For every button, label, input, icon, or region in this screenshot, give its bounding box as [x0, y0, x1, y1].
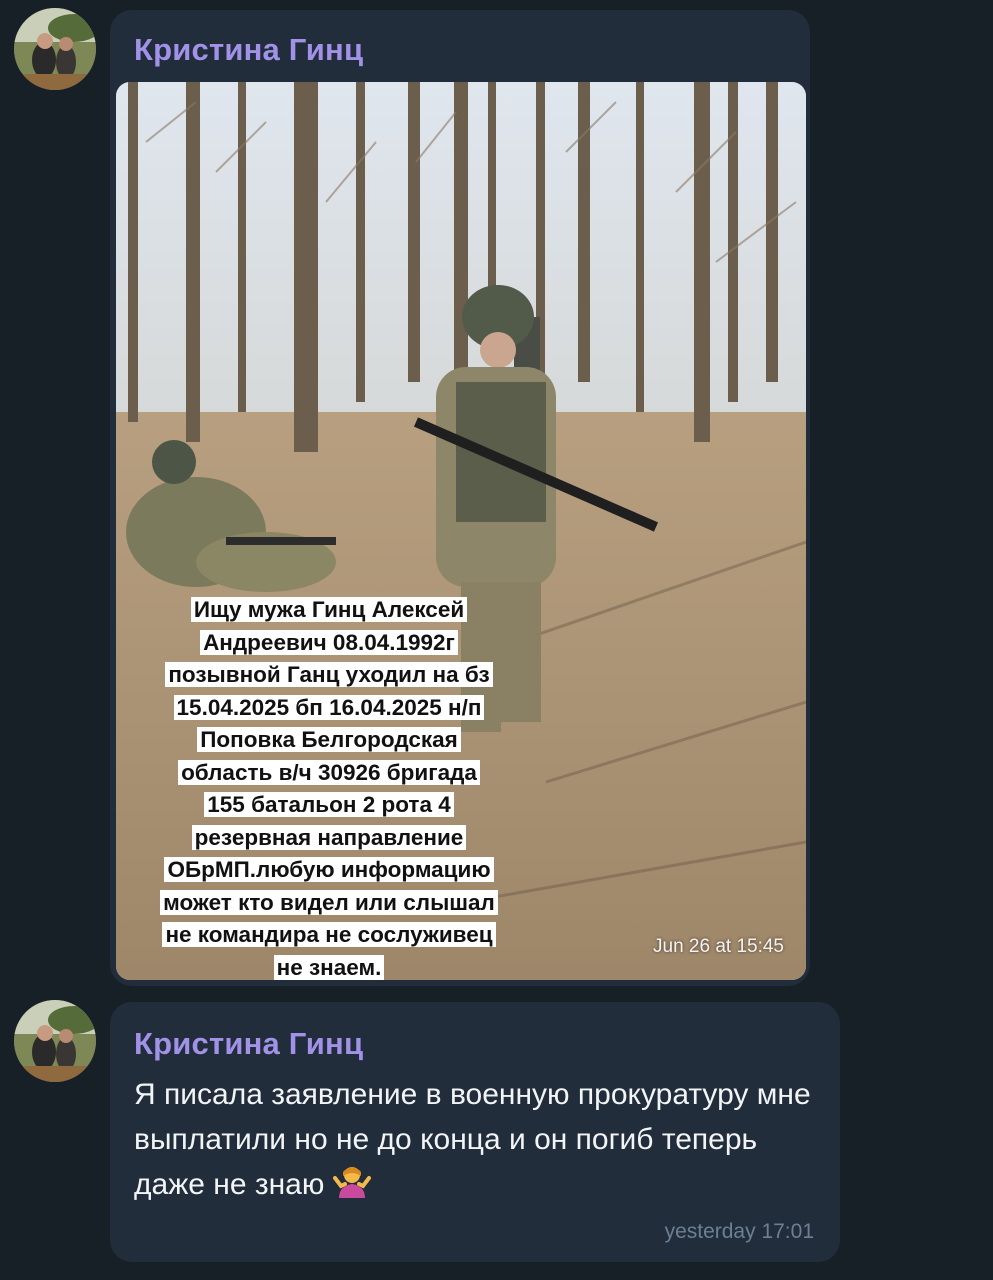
- caption-line: позывной Ганц уходил на бз: [165, 662, 493, 687]
- message-photo[interactable]: Ищу мужа Гинц Алексей Андреевич 08.04.19…: [116, 82, 806, 980]
- caption-line: может кто видел или слышал: [160, 889, 498, 915]
- caption-line: не знаем.: [273, 954, 385, 980]
- caption-line: Андреевич 08.04.1992г: [200, 629, 458, 655]
- avatar-photo: [14, 8, 96, 90]
- caption-line: резервная направление: [191, 824, 467, 850]
- caption-line: 15.04.2025 бп 16.04.2025 н/п: [173, 694, 485, 720]
- sender-avatar[interactable]: [14, 8, 96, 90]
- message-bubble[interactable]: Кристина Гинц Ищу мужа Гинц Алексей Андр…: [110, 10, 810, 986]
- caption-line: область в/ч 30926 бригада: [178, 759, 480, 785]
- sender-name[interactable]: Кристина Гинц: [134, 1026, 363, 1062]
- message-bubble[interactable]: Кристина Гинц Я писала заявление в военн…: [110, 1002, 840, 1262]
- person-shrugging-emoji: [332, 1164, 371, 1200]
- message-timestamp: yesterday 17:01: [664, 1220, 814, 1243]
- caption-line: Поповка Белгородская: [197, 727, 461, 752]
- caption-line: не командира не сослуживец: [162, 922, 496, 947]
- caption-line: Ищу мужа Гинц Алексей: [190, 597, 468, 622]
- avatar-photo: [14, 1000, 96, 1082]
- message-text[interactable]: Я писала заявление в военную прокуратуру…: [134, 1072, 814, 1207]
- sender-name[interactable]: Кристина Гинц: [134, 32, 363, 68]
- chat-history[interactable]: Кристина Гинц Ищу мужа Гинц Алексей Андр…: [0, 0, 993, 1280]
- caption-line: 155 батальон 2 рота 4: [204, 792, 454, 817]
- caption-line: ОБрМП.любую информацию: [164, 857, 494, 882]
- photo-caption: Ищу мужа Гинц Алексей Андреевич 08.04.19…: [128, 594, 530, 980]
- message-timestamp: Jun 26 at 15:45: [653, 936, 784, 957]
- sender-avatar[interactable]: [14, 1000, 96, 1082]
- message-body: Я писала заявление в военную прокуратуру…: [134, 1078, 811, 1201]
